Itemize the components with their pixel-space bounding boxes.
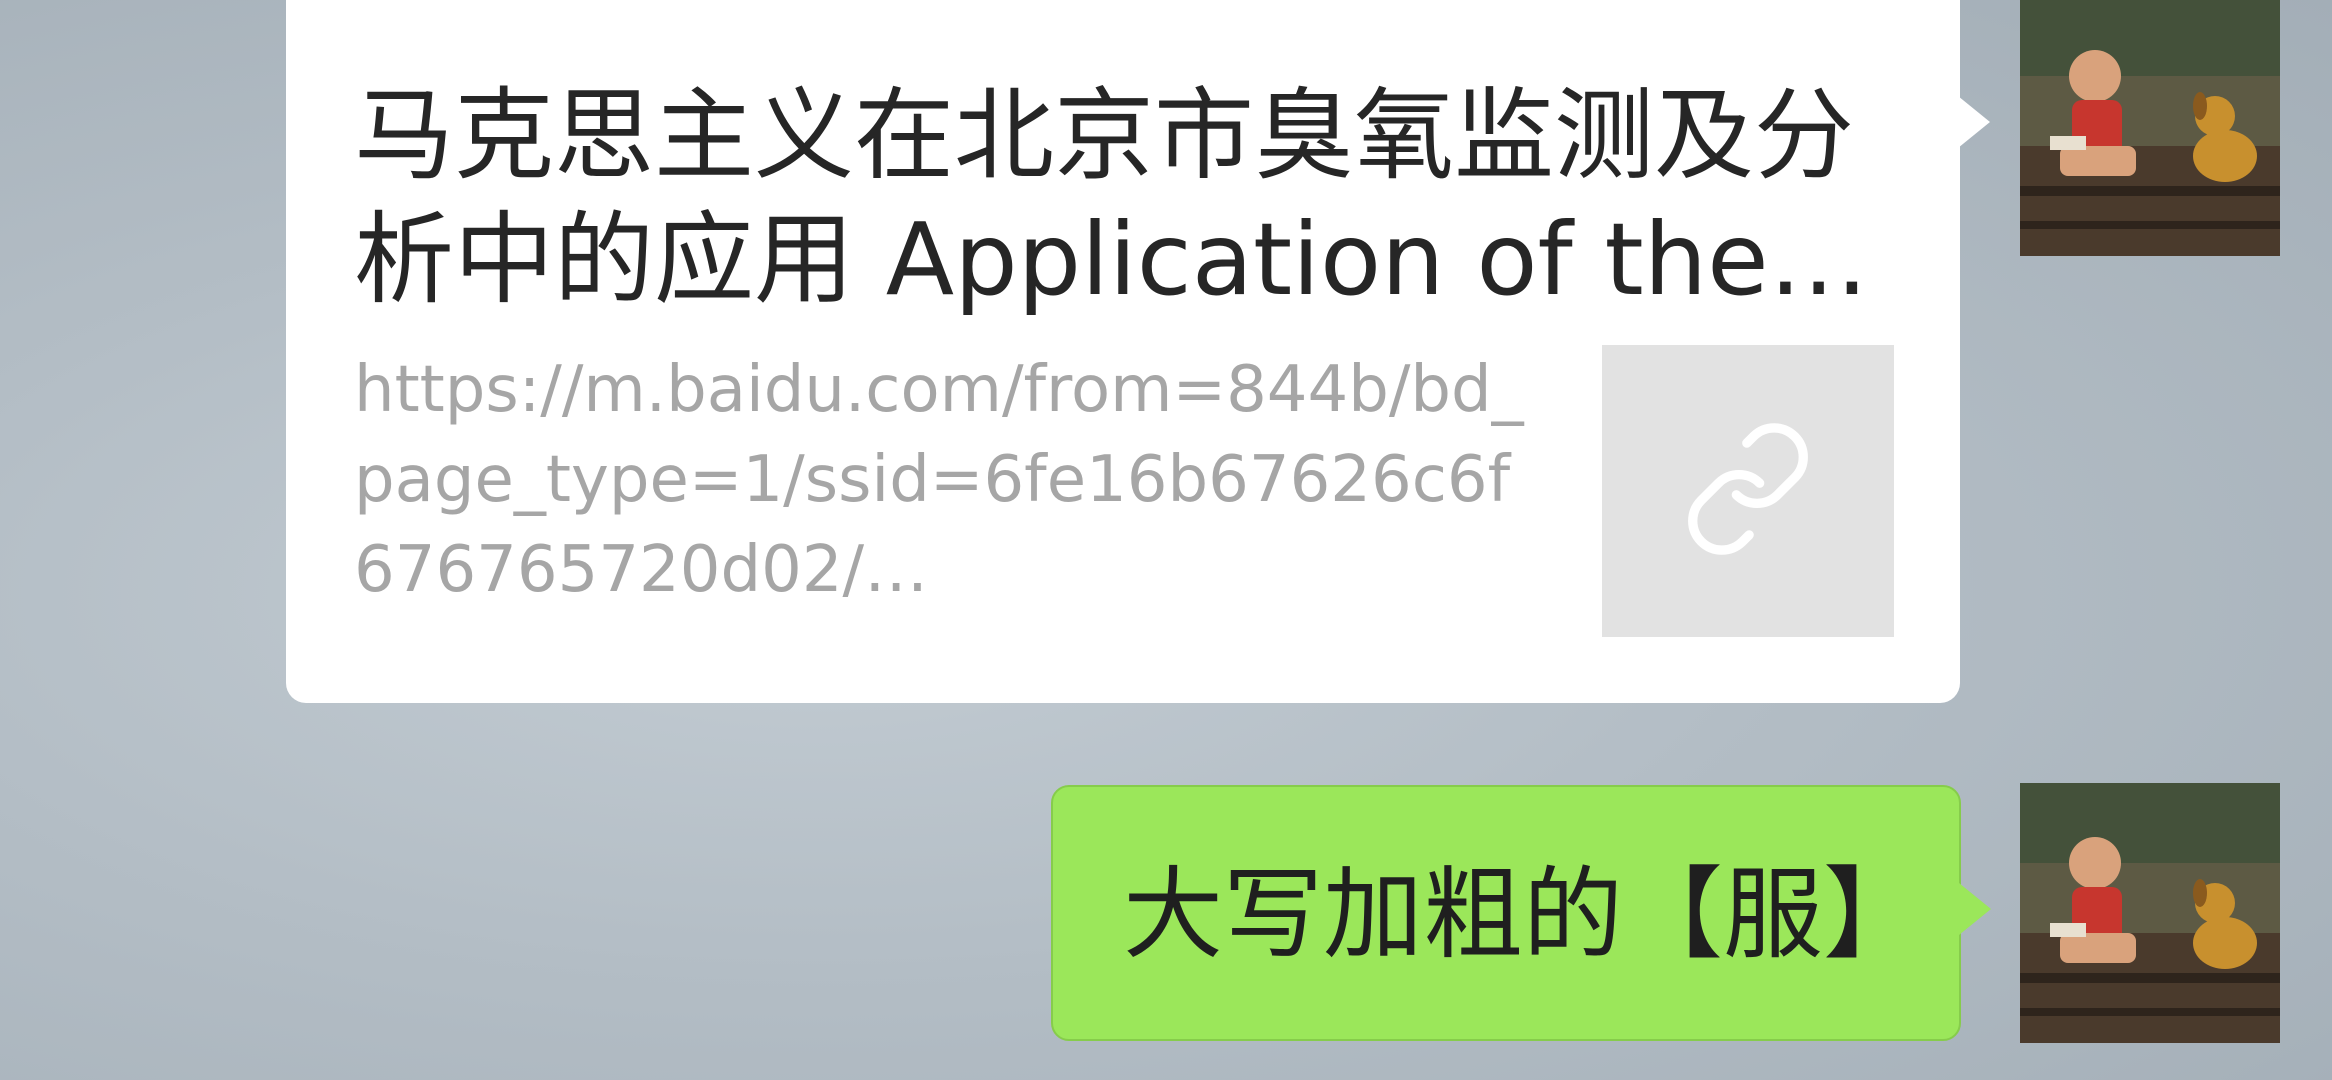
avatar-photo: [2020, 783, 2280, 1043]
link-card-bubble[interactable]: 马克思主义在北京市臭氧监测及分析中的应用 Application of the……: [286, 0, 1990, 703]
text-message-bubble[interactable]: 大写加粗的【服】: [1051, 785, 1991, 1041]
avatar[interactable]: [2020, 783, 2280, 1043]
link-thumbnail: [1602, 345, 1894, 637]
bubble-tail: [1959, 883, 1991, 935]
avatar[interactable]: [2020, 0, 2280, 256]
message-text: 大写加粗的【服】: [1123, 856, 1923, 973]
link-card-title: 马克思主义在北京市臭氧监测及分析中的应用 Application of the…: [354, 77, 1869, 318]
bubble-tail: [1958, 96, 1990, 148]
link-card-url: https://m.baidu.com/from=844b/bd_page_ty…: [354, 353, 1524, 607]
link-icon: [1678, 419, 1818, 563]
chat-message-area[interactable]: 马克思主义在北京市臭氧监测及分析中的应用 Application of the……: [0, 0, 2332, 1080]
avatar-photo: [2020, 0, 2280, 256]
